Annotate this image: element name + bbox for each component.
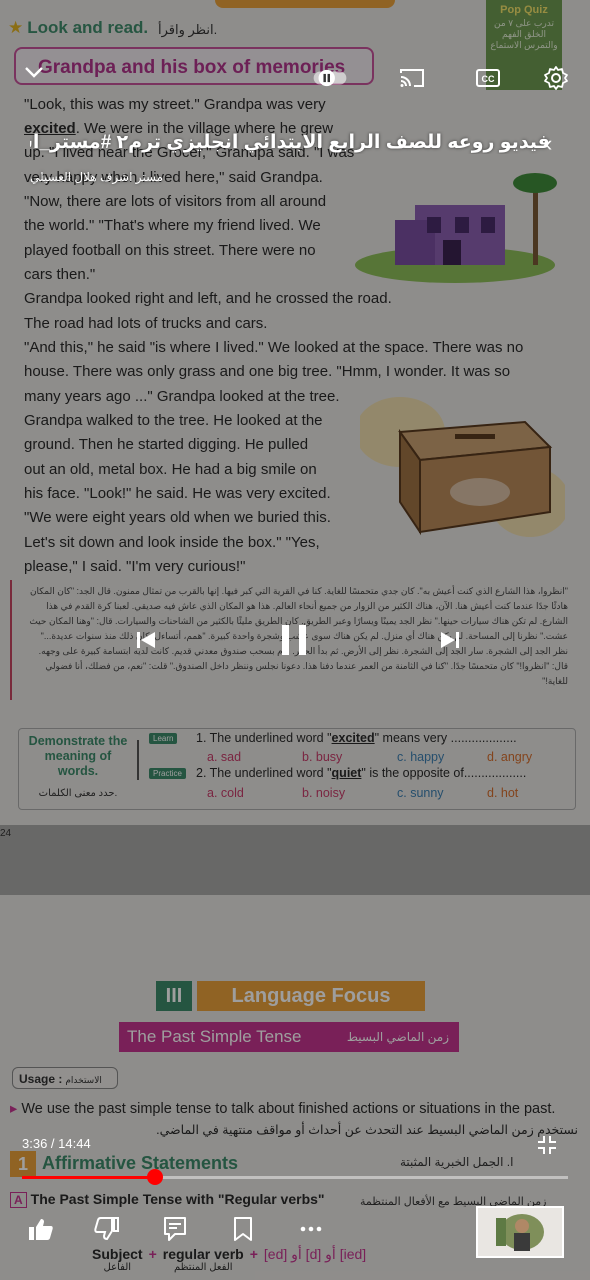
captions-icon[interactable]: CC	[470, 60, 506, 96]
look-and-read-arabic: انظر واقرأ.	[158, 22, 218, 37]
q1-option-b[interactable]: b. busy	[302, 750, 342, 764]
cast-icon[interactable]	[394, 60, 430, 96]
practice-tag: Practice	[149, 768, 186, 779]
story-line: Grandpa looked right and left, and he cr…	[24, 290, 392, 307]
story-line: played football on this street. There we…	[24, 242, 316, 259]
story-line: ground. Then he started digging. He pull…	[24, 436, 309, 453]
story-line: the world." "That's where my friend live…	[24, 217, 321, 234]
story-line: "Look, this was my street." Grandpa was …	[24, 96, 326, 113]
q2-option-b[interactable]: b. noisy	[302, 786, 345, 800]
exercise-divider	[137, 740, 139, 780]
time-display: 3:36 / 14:44	[22, 1136, 91, 1151]
demonstrate-label: Demonstrate the meaning of words.	[28, 734, 128, 778]
village-house-illustration	[355, 173, 557, 283]
video-title[interactable]: فيديو روعه للصف الرابع الابتدائي انجليزي…	[30, 131, 550, 154]
bullet-arrow-icon: ▸	[10, 1101, 18, 1117]
pause-icon[interactable]	[270, 616, 318, 664]
section-number: III	[156, 981, 192, 1011]
dislike-thumb-down-icon[interactable]	[92, 1214, 122, 1244]
tense-title: The Past Simple Tense زمن الماضي البسيط	[119, 1022, 459, 1052]
pop-quiz-arabic: تدرب على ٧ من الخلق الفهم والتمرس الاستم…	[490, 18, 558, 50]
story-line: please," I said. "I'm very curious!"	[24, 558, 246, 575]
channel-thumbnail[interactable]	[476, 1206, 564, 1258]
question-2: 2. The underlined word "quiet" is the op…	[196, 766, 527, 780]
story-line: cars then."	[24, 266, 96, 283]
regular-verbs-heading: A The Past Simple Tense with "Regular ver…	[10, 1191, 325, 1208]
comment-icon[interactable]	[160, 1214, 190, 1244]
story-line: Grandpa walked to the tree. He looked at…	[24, 412, 323, 429]
more-options-icon[interactable]	[296, 1214, 326, 1244]
collapse-chevron-icon[interactable]	[16, 54, 52, 90]
settings-gear-icon[interactable]	[538, 60, 574, 96]
pop-quiz-title: Pop Quiz	[500, 4, 548, 16]
video-player[interactable]: ★ Look and read. انظر واقرأ. Pop Quiz تدر…	[0, 0, 590, 1280]
story-line: house. There was only grass and one big …	[24, 363, 511, 380]
tense-title-arabic: زمن الماضي البسيط	[346, 1030, 449, 1044]
q1-option-c[interactable]: c. happy	[397, 750, 444, 764]
q2-option-d[interactable]: d. hot	[487, 786, 518, 800]
story-line: The road had lots of trucks and cars.	[24, 315, 268, 332]
margin-line	[10, 580, 12, 700]
story-line: many years ago ..." Grandpa looked at th…	[24, 388, 340, 405]
seek-bar[interactable]	[22, 1169, 568, 1185]
look-and-read-heading: ★ Look and read.	[8, 18, 149, 37]
q1-option-d[interactable]: d. angry	[487, 750, 532, 764]
page-gap	[0, 825, 590, 895]
affirmative-title: Affirmative Statements	[42, 1153, 239, 1173]
title-chevron-icon[interactable]: ‹	[545, 131, 552, 157]
story-line: out an old, metal box. He had a big smil…	[24, 461, 317, 478]
fullscreen-icon[interactable]	[536, 1134, 562, 1160]
q2-option-c[interactable]: c. sunny	[397, 786, 444, 800]
usage-text: ▸ We use the past simple tense to talk a…	[10, 1101, 556, 1117]
page-number: 24	[0, 828, 12, 839]
story-line: his face. "Look!" he said. He was very e…	[24, 485, 331, 502]
star-icon: ★	[8, 18, 24, 37]
usage-text-arabic: نستخدم زمن الماضي البسيط عند التحدث عن أ…	[156, 1123, 578, 1137]
formula: Subject الفاعل + regular verb الفعل المنتظ…	[92, 1246, 367, 1273]
channel-name[interactable]: مستر اشرف هلال العسيلي	[30, 170, 163, 184]
usage-label: Usage : الاستخدام	[12, 1067, 118, 1089]
question-1: 1. The underlined word "excited" means v…	[196, 731, 517, 745]
top-banner-strip	[215, 0, 395, 8]
q2-option-a[interactable]: a. cold	[207, 786, 244, 800]
story-line: "Now, there are lots of visitors from al…	[24, 193, 327, 210]
seek-bar-progress	[22, 1176, 156, 1179]
story-line: Let's sit down and look inside the box."…	[24, 534, 320, 551]
like-thumb-up-icon[interactable]	[26, 1214, 56, 1244]
demonstrate-label-arabic: حدد معنى الكلمات.	[38, 788, 118, 799]
svg-text:CC: CC	[482, 74, 495, 84]
metal-box-illustration	[360, 397, 565, 537]
next-icon[interactable]	[430, 620, 470, 660]
q1-option-a[interactable]: a. sad	[207, 750, 241, 764]
affirmative-title-arabic: ا. الجمل الخبرية المثبتة	[400, 1155, 514, 1169]
story-line: "We were eight years old when we buried …	[24, 509, 331, 526]
story-line: "And this," he said "is where I lived." …	[24, 339, 524, 356]
section-title: Language Focus	[197, 981, 425, 1011]
affirmative-number: 1	[10, 1151, 36, 1177]
autoplay-toggle[interactable]	[312, 60, 348, 96]
previous-icon[interactable]	[126, 620, 166, 660]
learn-tag: Learn	[149, 733, 178, 744]
save-bookmark-icon[interactable]	[228, 1214, 258, 1244]
